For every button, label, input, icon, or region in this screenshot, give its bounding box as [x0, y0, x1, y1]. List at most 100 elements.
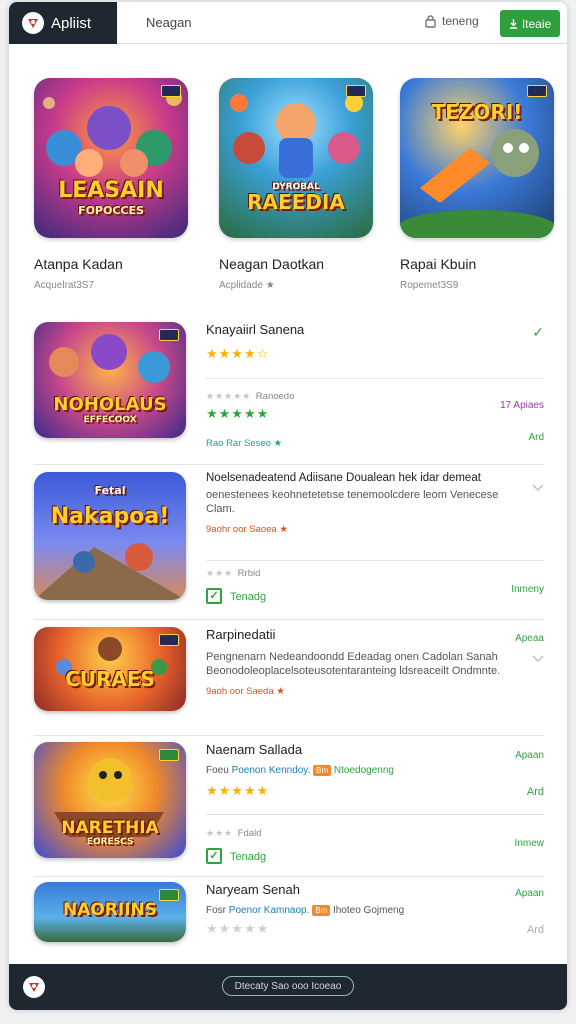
game-description: oenestenees keohnetetetıse tenemoolcdere… — [206, 489, 499, 515]
list-item[interactable]: NOHOLAUS EFFECOOX Knayaiirl Sanena ★★★★☆… — [34, 322, 544, 452]
status-label: Tenadg — [230, 851, 267, 863]
game-title[interactable]: Naryeam Senah — [206, 882, 544, 897]
game-link[interactable]: 9aoh oor Saeda ★ — [206, 686, 544, 697]
game-title[interactable]: Atanpa Kadan — [34, 256, 190, 272]
game-title[interactable]: Neagan Daotkan — [219, 256, 375, 272]
list-item-body: Naenam Sallada Foeu Poenon Kenndoy. Bm N… — [206, 742, 544, 865]
meta-category: Ntoedogenng — [333, 765, 394, 776]
platform-badge — [159, 329, 179, 341]
platform-badge — [346, 85, 366, 97]
meta-tag: Bm — [313, 765, 332, 776]
rating-stars: ★★★★☆ — [206, 347, 270, 362]
game-art-subtitle: EORESCS — [86, 837, 134, 847]
signin-link[interactable]: teneng — [425, 14, 479, 28]
game-artwork[interactable]: NAORIINS — [34, 882, 186, 942]
side-note: 17 Apiaes — [500, 400, 544, 411]
featured-section: LEASAIN FOPOCCES Atanpa Kadan Acquelrat3… — [34, 78, 554, 298]
featured-card[interactable]: TEZORI! Rapai Kbuin Ropemet3S9 — [400, 78, 556, 291]
list-item[interactable]: Fetal Nakapoa! Noelsenadeatend Adiisane … — [34, 472, 544, 612]
game-link[interactable]: 9aohr oor Saoea ★ — [206, 524, 544, 535]
game-art-subtitle: DYROBAL — [272, 182, 320, 192]
platform-badge — [527, 85, 547, 97]
platform-badge — [159, 749, 179, 761]
app-frame: Apliist Neagan teneng Iteaie LEASAIN FOP… — [9, 2, 567, 1010]
game-artwork[interactable]: NOHOLAUS EFFECOOX — [34, 322, 186, 438]
chevron-down-icon[interactable] — [532, 655, 544, 666]
side-note: Apeaa — [515, 633, 544, 644]
footer-pill-button[interactable]: Dtecaty Sao ooo Icoeao — [222, 976, 354, 996]
chevron-down-icon[interactable] — [532, 484, 544, 495]
brand[interactable]: Apliist — [9, 2, 117, 44]
divider — [206, 378, 544, 379]
status-row: ✓ Tenadg — [206, 847, 544, 865]
game-art-title: Nakapoa! — [50, 504, 170, 529]
lock-icon — [425, 14, 436, 28]
game-artwork[interactable]: TEZORI! — [400, 78, 554, 238]
app-logo-icon — [22, 12, 44, 34]
featured-card[interactable]: RAEEDIA DYROBAL Neagan Daotkan Acplidade… — [219, 78, 375, 291]
status-label: Tenadg — [230, 591, 267, 603]
game-meta: Fosr Poenor Kamnaop. Bm Ihoteo Gojmeng — [206, 905, 544, 916]
app-logo-icon[interactable] — [23, 976, 45, 998]
game-art-title: TEZORI! — [431, 100, 523, 124]
rating-label: Fdald — [237, 828, 262, 839]
divider — [206, 560, 544, 561]
game-link[interactable]: Rao Rar Seseo ★ — [206, 438, 544, 449]
nav-link[interactable]: Neagan — [146, 15, 192, 30]
game-art-subtitle: FOPOCCES — [78, 204, 144, 217]
side-note: Ard — [528, 432, 544, 443]
game-subtitle: Acquelrat3S7 — [34, 280, 95, 291]
game-artwork[interactable]: CURAES — [34, 627, 186, 711]
rating-label: Rrbid — [237, 568, 261, 579]
side-note: Inmeny — [511, 584, 544, 595]
list-item[interactable]: NARETHIA EORESCS Naenam Sallada Foeu Poe… — [34, 742, 544, 872]
rating-label: Ranoedo — [255, 391, 295, 402]
game-meta: Foeu Poenon Kenndoy. Bm Ntoedogenng — [206, 765, 544, 776]
publisher-link[interactable]: Poenon Kenndoy. — [232, 765, 311, 776]
list-item-body: Rarpinedatii Pengnenarn Nedeandoondd Ede… — [206, 627, 544, 697]
side-note: Apaan — [515, 750, 544, 761]
game-art-title: NARETHIA — [61, 818, 159, 838]
download-icon — [509, 19, 517, 29]
game-artwork[interactable]: LEASAIN FOPOCCES — [34, 78, 188, 238]
publisher-link[interactable]: Poenor Kamnaop. — [229, 905, 310, 916]
list-item-body: Naryeam Senah Fosr Poenor Kamnaop. Bm Ih… — [206, 882, 544, 937]
game-art-subtitle: EFFECOOX — [83, 415, 137, 425]
rating-stars: ★★★★★ — [206, 407, 270, 422]
rating-stars-grey: ★★★★★ — [206, 392, 252, 402]
cta-button[interactable]: Iteaie — [500, 10, 560, 37]
rating-row: ★★★ Rrbid — [206, 563, 544, 581]
side-note: Ard — [526, 924, 544, 936]
rating-stars-grey: ★★★ — [206, 569, 234, 579]
game-art-title: NOHOLAUS — [53, 394, 167, 415]
list-item[interactable]: NAORIINS Naryeam Senah Fosr Poenor Kamna… — [34, 882, 544, 952]
game-title[interactable]: Naenam Sallada — [206, 742, 544, 757]
game-art-title: RAEEDIA — [247, 190, 345, 214]
rating-stars: ★★★★★ — [206, 922, 270, 937]
rating-stars-grey: ★★★ — [206, 829, 234, 839]
featured-card[interactable]: LEASAIN FOPOCCES Atanpa Kadan Acquelrat3… — [34, 78, 190, 291]
installed-check-icon: ✓ — [532, 324, 544, 340]
side-note: Inmew — [514, 838, 544, 849]
footer-bar: Dtecaty Sao ooo Icoeao — [9, 964, 567, 1010]
game-art-title: LEASAIN — [58, 178, 164, 203]
signin-label: teneng — [442, 14, 479, 28]
cta-label: Iteaie — [521, 16, 552, 31]
game-title[interactable]: Knayaiirl Sanena — [206, 322, 544, 337]
game-artwork[interactable]: Fetal Nakapoa! — [34, 472, 186, 600]
game-description: Pengnenarn Nedeandoondd Edeadag onen Cad… — [206, 651, 501, 677]
rating-row: ★★★★★ Ranoedo — [206, 386, 544, 404]
game-artwork[interactable]: RAEEDIA DYROBAL — [219, 78, 373, 238]
side-note: Apaan — [515, 888, 544, 899]
list-item-body: Knayaiirl Sanena ★★★★☆ ★★★★★ Ranoedo ★★★… — [206, 322, 544, 449]
game-artwork[interactable]: NARETHIA EORESCS — [34, 742, 186, 858]
list-item-body: Noelsenadeatend Adiisane Doualean hek id… — [206, 472, 544, 605]
rating-stars: ★★★★★ — [206, 784, 270, 799]
game-title[interactable]: Rarpinedatii — [206, 627, 544, 642]
game-title[interactable]: Rapai Kbuin — [400, 256, 556, 272]
list-item[interactable]: CURAES Rarpinedatii Pengnenarn Nedeandoo… — [34, 627, 544, 727]
game-subtitle: Acplidade ★ — [219, 280, 275, 291]
divider — [34, 619, 544, 620]
meta-prefix: Foeu — [206, 765, 229, 776]
game-title[interactable]: Noelsenadeatend Adiisane Doualean hek id… — [206, 472, 544, 484]
